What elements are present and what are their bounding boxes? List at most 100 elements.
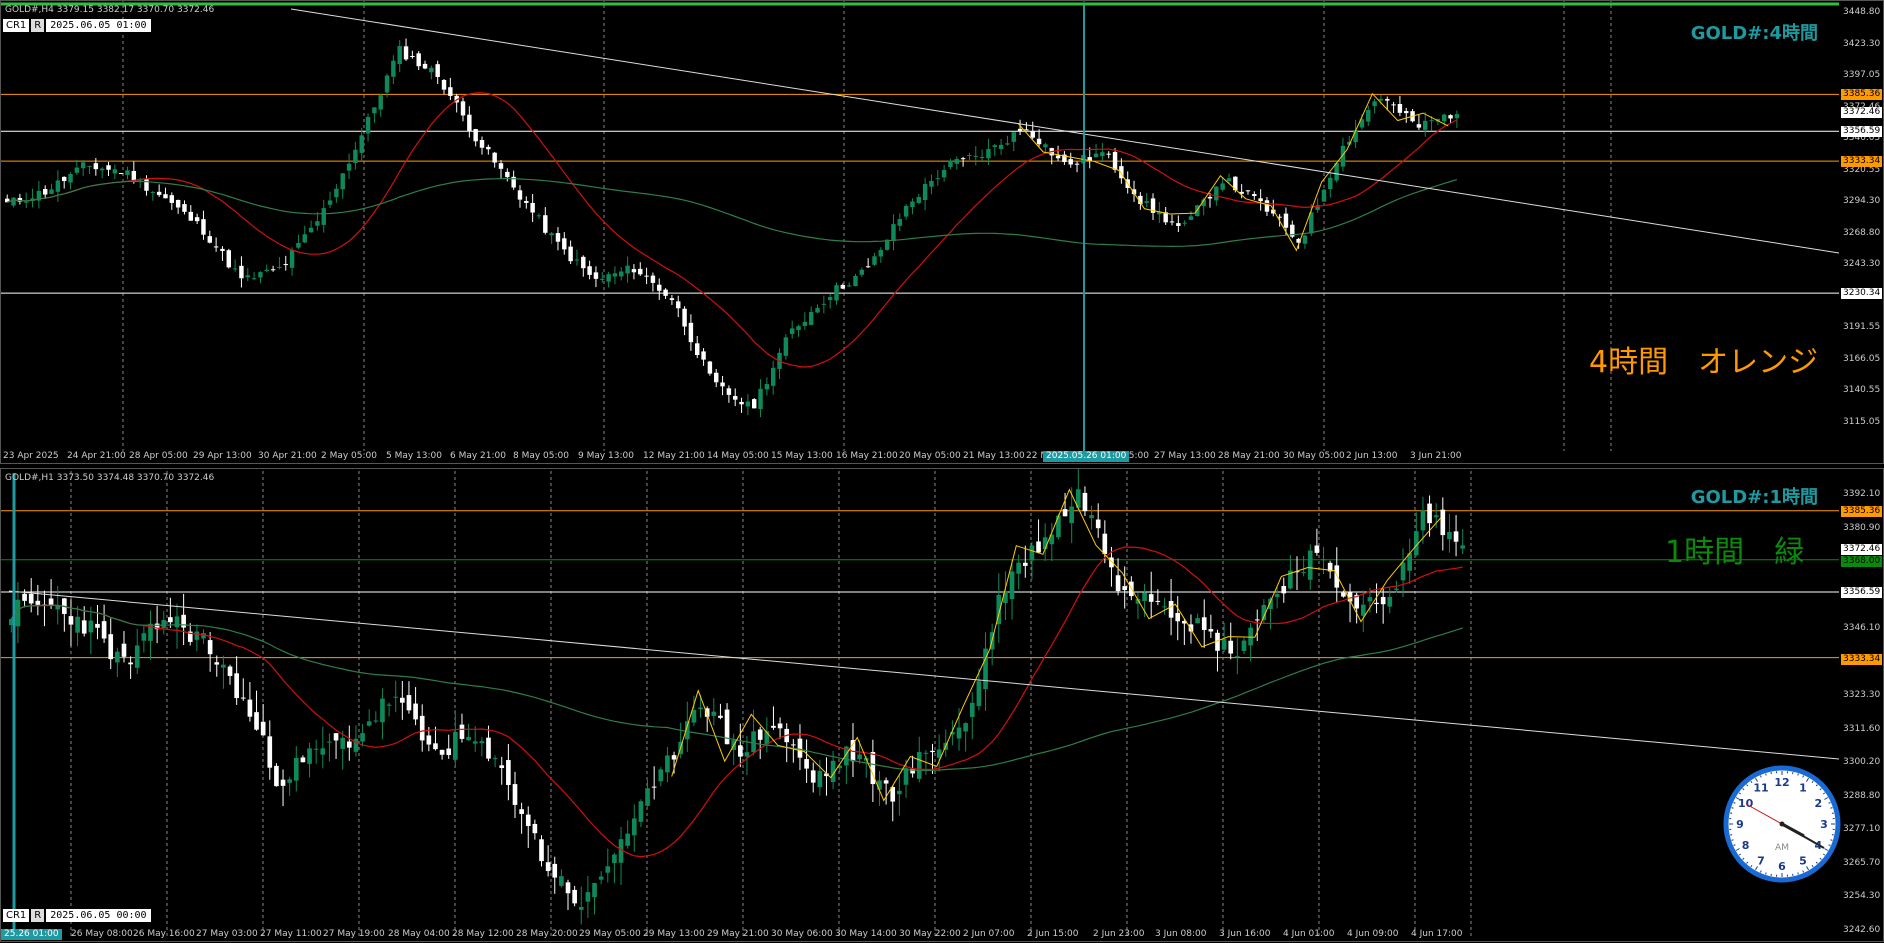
candle-body bbox=[214, 246, 218, 247]
clock-hour-label: 10 bbox=[1738, 797, 1754, 810]
candle-body bbox=[745, 752, 750, 756]
candle-body bbox=[579, 907, 584, 910]
price-tag: 3372.46 bbox=[1841, 107, 1882, 118]
ma-slow-line bbox=[7, 179, 1457, 247]
candle-body bbox=[963, 723, 968, 731]
candle-body bbox=[328, 200, 332, 204]
candle-body bbox=[1189, 216, 1193, 220]
time-axis-label: 4 Jun 01:00 bbox=[1283, 929, 1334, 939]
candle-body bbox=[714, 373, 718, 382]
candle-body bbox=[499, 163, 503, 169]
candle-body bbox=[791, 744, 796, 745]
time-axis-label: 16 May 21:00 bbox=[836, 451, 898, 461]
candle-body bbox=[400, 698, 405, 703]
time-axis-label: 2 Jun 23:00 bbox=[1093, 929, 1144, 939]
candle-body bbox=[284, 264, 288, 265]
candle-body bbox=[234, 673, 239, 698]
candle-body bbox=[672, 755, 677, 759]
h1-r-tag[interactable]: R bbox=[31, 909, 44, 922]
h1-time-axis[interactable]: S26 May 08:0026 May 16:0027 May 03:0027 … bbox=[1, 929, 1839, 941]
candle-body bbox=[790, 328, 794, 334]
candle-body bbox=[440, 750, 445, 755]
h4-r-tag[interactable]: R bbox=[31, 19, 44, 32]
h1-cr-tag[interactable]: CR1 bbox=[3, 909, 29, 922]
candle-body bbox=[1227, 178, 1231, 181]
time-axis-label: 15 May 13:00 bbox=[771, 451, 833, 461]
time-axis-label: 29 May 21:00 bbox=[707, 929, 769, 939]
clock-tick bbox=[1732, 840, 1734, 841]
h4-chart-panel[interactable]: GOLD#,H4 3379.15 3382.17 3370.70 3372.46… bbox=[0, 0, 1884, 464]
candle-body bbox=[676, 301, 680, 308]
candle-body bbox=[340, 738, 345, 749]
candle-body bbox=[1109, 557, 1114, 567]
time-axis-label: 28 May 21:00 bbox=[1218, 451, 1280, 461]
clock-hour-label: 8 bbox=[1742, 839, 1750, 852]
ma-fast-line bbox=[11, 547, 1462, 857]
time-axis-label: 6 May 21:00 bbox=[450, 451, 506, 461]
h4-time-axis[interactable]: 23 Apr 202524 Apr 21:0028 Apr 05:0029 Ap… bbox=[1, 451, 1839, 463]
candle-body bbox=[897, 791, 902, 794]
candle-body bbox=[1404, 111, 1408, 113]
candle-body bbox=[258, 272, 262, 277]
candle-body bbox=[374, 721, 379, 722]
time-axis-label: 5 May 13:00 bbox=[386, 451, 442, 461]
candle-body bbox=[1368, 597, 1373, 601]
candle-body bbox=[1149, 594, 1154, 602]
candle-body bbox=[718, 716, 723, 718]
h4-chart-canvas[interactable] bbox=[1, 1, 1884, 465]
candle-body bbox=[189, 212, 193, 221]
candle-body bbox=[1265, 200, 1269, 211]
candle-body bbox=[353, 150, 357, 163]
candle-body bbox=[898, 219, 902, 226]
h4-note-text: 4時間 オレンジ bbox=[1589, 337, 1818, 381]
candle-body bbox=[157, 192, 161, 195]
candle-body bbox=[1366, 110, 1370, 122]
price-axis-label: 3448.80 bbox=[1843, 7, 1880, 17]
candle-body bbox=[771, 726, 776, 728]
candle-body bbox=[796, 326, 800, 330]
candle-body bbox=[274, 766, 279, 786]
candle-body bbox=[241, 698, 246, 699]
h4-cr-tag[interactable]: CR1 bbox=[3, 19, 29, 32]
candle-body bbox=[1442, 115, 1446, 122]
h1-chart-panel[interactable]: GOLD#,H1 3373.50 3374.48 3370.70 3372.46… bbox=[0, 468, 1884, 942]
time-axis-label: 29 May 13:00 bbox=[643, 929, 705, 939]
clock-hour-label: 2 bbox=[1815, 797, 1823, 810]
price-axis-label: 3346.10 bbox=[1843, 623, 1880, 633]
candle-body bbox=[387, 705, 392, 706]
candle-body bbox=[170, 195, 174, 203]
price-tag: 3356.59 bbox=[1841, 587, 1882, 598]
candle-body bbox=[128, 663, 133, 665]
candle-body bbox=[303, 234, 307, 242]
candle-body bbox=[144, 179, 148, 191]
candle-body bbox=[49, 189, 53, 193]
candle-body bbox=[94, 163, 98, 169]
candle-body bbox=[227, 250, 231, 267]
candle-body bbox=[43, 189, 47, 195]
h4-price-axis[interactable]: 3448.803423.303397.053372.463346.053320.… bbox=[1839, 1, 1884, 451]
price-axis-label: 3311.60 bbox=[1843, 724, 1880, 734]
clock-tick bbox=[1831, 840, 1833, 841]
h1-price-axis[interactable]: 3392.103380.903369.753358.553346.103334.… bbox=[1839, 469, 1884, 929]
candle-body bbox=[427, 735, 432, 744]
candle-body bbox=[347, 742, 352, 748]
candle-body bbox=[461, 101, 465, 115]
candle-body bbox=[1387, 597, 1392, 607]
candle-body bbox=[1242, 641, 1247, 651]
candle-body bbox=[467, 115, 471, 132]
candle-body bbox=[556, 233, 560, 242]
candle-body bbox=[360, 135, 364, 153]
candle-body bbox=[1063, 509, 1068, 516]
candle-body bbox=[841, 285, 845, 289]
candle-body bbox=[612, 855, 617, 864]
h1-chart-canvas[interactable] bbox=[1, 469, 1884, 943]
candle-body bbox=[1056, 156, 1060, 159]
time-axis-label: 4 Jun 17:00 bbox=[1411, 929, 1462, 939]
candle-body bbox=[367, 721, 372, 725]
price-tag: 3385.36 bbox=[1841, 506, 1882, 517]
candle-body bbox=[872, 256, 876, 265]
candle-body bbox=[493, 758, 498, 759]
candle-body bbox=[254, 712, 259, 730]
candle-body bbox=[587, 266, 591, 275]
h4-symbol-header: GOLD#,H4 3379.15 3382.17 3370.70 3372.46 bbox=[5, 5, 214, 15]
